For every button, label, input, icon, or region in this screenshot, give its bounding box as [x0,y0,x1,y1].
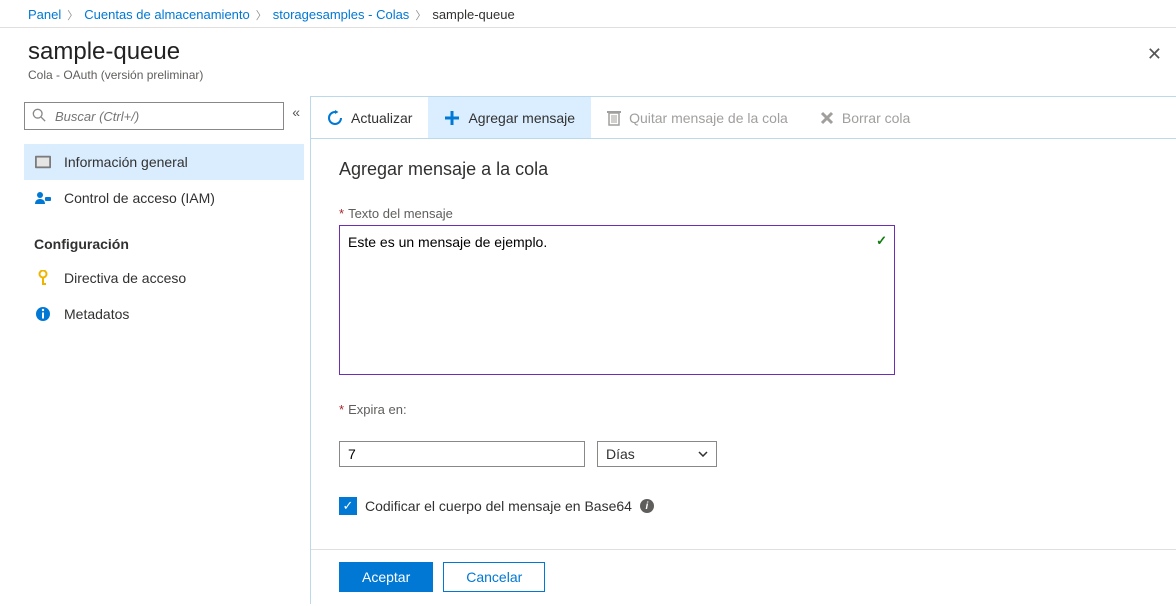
expires-label: *Expira en: [339,402,1148,417]
required-star: * [339,402,344,417]
search-input[interactable] [24,102,284,130]
trash-icon [607,110,621,126]
page-header: sample-queue Cola - OAuth (versión preli… [0,28,1176,96]
clear-queue-button: Borrar cola [804,97,926,138]
sidebar-item-label: Control de acceso (IAM) [64,190,215,206]
refresh-label: Actualizar [351,110,412,126]
form-title: Agregar mensaje a la cola [339,159,1148,180]
breadcrumb-storage-queues[interactable]: storagesamples - Colas [273,7,410,22]
sidebar-item-metadata[interactable]: Metadatos [24,296,304,332]
info-icon [34,305,52,323]
expires-unit-label: Días [606,446,635,462]
sidebar-item-iam[interactable]: Control de acceso (IAM) [24,180,304,216]
encode-checkbox[interactable]: ✓ [339,497,357,515]
breadcrumb: Panel 〉 Cuentas de almacenamiento 〉 stor… [0,0,1176,28]
required-star: * [339,206,344,221]
dequeue-button: Quitar mensaje de la cola [591,97,804,138]
valid-check-icon: ✓ [876,233,887,249]
main-panel: Actualizar Agregar mensaje Quitar mensaj… [310,96,1176,604]
iam-icon [34,189,52,207]
plus-icon [444,110,460,126]
expires-input[interactable] [339,441,585,467]
refresh-button[interactable]: Actualizar [311,97,428,138]
sidebar: « Información general Control de acceso … [0,96,310,604]
encode-label: Codificar el cuerpo del mensaje en Base6… [365,498,632,514]
message-textarea[interactable] [339,225,895,375]
clear-queue-label: Borrar cola [842,110,910,126]
chevron-down-icon [698,449,708,460]
sidebar-item-label: Metadatos [64,306,129,322]
breadcrumb-current: sample-queue [432,7,514,22]
cancel-button[interactable]: Cancelar [443,562,545,592]
chevron-right-icon: 〉 [67,7,78,23]
ok-button[interactable]: Aceptar [339,562,433,592]
sidebar-item-label: Directiva de acceso [64,270,186,286]
key-icon [34,269,52,287]
dequeue-label: Quitar mensaje de la cola [629,110,788,126]
close-icon[interactable]: ✕ [1147,44,1162,65]
page-subtitle: Cola - OAuth (versión preliminar) [28,68,1148,82]
info-icon[interactable]: i [640,499,654,513]
breadcrumb-panel[interactable]: Panel [28,7,61,22]
sidebar-item-label: Información general [64,154,188,170]
message-label: *Texto del mensaje [339,206,1148,221]
chevron-right-icon: 〉 [256,7,267,23]
toolbar: Actualizar Agregar mensaje Quitar mensaj… [311,97,1176,139]
breadcrumb-accounts[interactable]: Cuentas de almacenamiento [84,7,250,22]
sidebar-item-overview[interactable]: Información general [24,144,304,180]
encode-checkbox-row[interactable]: ✓ Codificar el cuerpo del mensaje en Bas… [339,497,1148,515]
page-title: sample-queue [28,38,1148,66]
refresh-icon [327,110,343,126]
expires-unit-select[interactable]: Días [597,441,717,467]
collapse-sidebar-icon[interactable]: « [292,104,300,120]
search-icon [32,108,46,125]
chevron-right-icon: 〉 [415,7,426,23]
clear-icon [820,111,834,125]
form-footer: Aceptar Cancelar [311,549,1176,604]
add-message-button[interactable]: Agregar mensaje [428,97,591,138]
form-content: Agregar mensaje a la cola *Texto del men… [311,139,1176,549]
add-message-label: Agregar mensaje [468,110,575,126]
sidebar-item-access-policy[interactable]: Directiva de acceso [24,260,304,296]
overview-icon [34,153,52,171]
sidebar-section-settings: Configuración [34,236,304,252]
